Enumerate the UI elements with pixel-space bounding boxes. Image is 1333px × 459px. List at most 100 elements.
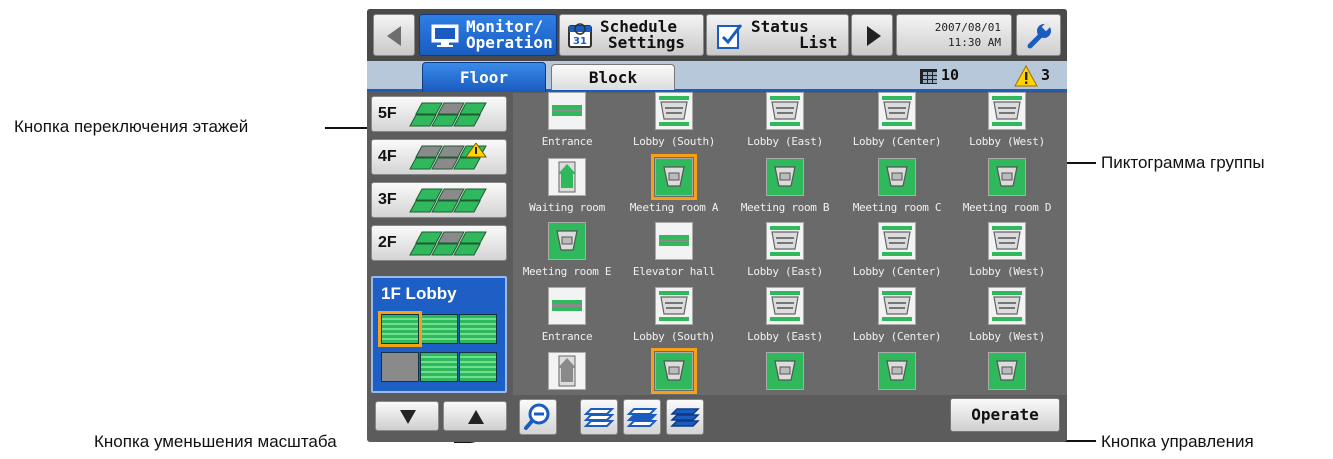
floor-plan-icon (409, 102, 487, 127)
group-icon-button[interactable] (766, 352, 804, 390)
ceiling-unit-icon (767, 93, 803, 129)
layer-view-3-button[interactable] (666, 399, 704, 435)
tab-block[interactable]: Block (551, 64, 675, 90)
block-cell[interactable] (420, 352, 458, 382)
group-icon-button[interactable] (988, 287, 1026, 325)
group-icon-button[interactable] (766, 92, 804, 130)
zoom-out-icon (524, 403, 550, 430)
nav-next-button[interactable] (851, 14, 893, 56)
group-icon-button[interactable] (651, 348, 697, 394)
floor-button[interactable]: 2F (371, 225, 507, 261)
callout-zoom-out: Кнопка уменьшения масштаба (94, 432, 337, 451)
group-icon-button[interactable] (766, 222, 804, 260)
group-icon-button[interactable] (878, 222, 916, 260)
wall-unit-icon (549, 93, 585, 129)
ceiling-unit-icon (989, 93, 1025, 129)
callout-floor-switch: Кнопка переключения этажей (14, 117, 249, 136)
group-icon-button[interactable] (651, 154, 697, 200)
cassette-unit-icon (989, 159, 1025, 195)
cassette-unit-icon (767, 353, 803, 389)
group-icon-button[interactable] (655, 92, 693, 130)
tab-monitor-line2: Operation (466, 33, 553, 52)
block-cell[interactable] (459, 352, 497, 382)
floor-button[interactable]: 4F (371, 139, 507, 175)
group-name-label: Lobby (East) (747, 265, 823, 278)
group-icon-button[interactable] (878, 92, 916, 130)
cassette-unit-icon (879, 353, 915, 389)
floor-plan-icon (409, 188, 487, 213)
group-name-label: Lobby (West) (969, 135, 1045, 148)
group-icon-button[interactable] (988, 222, 1026, 260)
group-icon-button[interactable] (655, 222, 693, 260)
group-name-label: Lobby (East) (747, 330, 823, 343)
group-icon-button[interactable] (655, 287, 693, 325)
group-icon-button[interactable] (548, 222, 586, 260)
group-name-label: Lobby (South) (632, 135, 716, 148)
ceiling-unit-icon (879, 93, 915, 129)
block-cell[interactable] (459, 314, 497, 344)
chevron-right-icon (867, 26, 881, 46)
floor-button[interactable]: 3F (371, 182, 507, 218)
current-floor-layout[interactable]: 1F Lobby (371, 276, 507, 393)
group-icon-button[interactable] (548, 158, 586, 196)
callout-line-floor-switch (325, 127, 371, 129)
cassette-unit-icon (767, 159, 803, 195)
floor-button[interactable]: 5F (371, 96, 507, 132)
current-floor-label: 1F Lobby (381, 284, 457, 303)
wall-unit-icon (656, 223, 692, 259)
group-name-label: Lobby (Center) (852, 135, 942, 148)
group-icon-button[interactable] (548, 92, 586, 130)
group-name-label: Entrance (541, 330, 593, 343)
group-name-label: Meeting room D (962, 201, 1052, 214)
zoom-out-button[interactable] (519, 399, 557, 435)
ceiling-unit-icon (656, 93, 692, 129)
scroll-up-button[interactable] (443, 401, 507, 431)
tab-schedule-line2: Settings (608, 33, 686, 52)
ceiling-unit-icon (767, 223, 803, 259)
ceiling-unit-icon (989, 288, 1025, 324)
group-name-label: Meeting room A (629, 201, 719, 214)
group-icon-button[interactable] (988, 352, 1026, 390)
callout-operate: Кнопка управления (1101, 432, 1254, 451)
group-icon-button[interactable] (548, 352, 586, 390)
group-icon-button[interactable] (878, 287, 916, 325)
datetime-display: 2007/08/01 11:30 AM (896, 14, 1012, 56)
tab-floor[interactable]: Floor (422, 62, 546, 92)
floor-plan-icon (409, 143, 487, 170)
ceiling-unit-icon (767, 288, 803, 324)
block-cell[interactable] (381, 352, 419, 382)
floor-label: 5F (378, 105, 397, 122)
group-name-label: Lobby (West) (969, 265, 1045, 278)
tab-schedule-settings[interactable]: 31 Schedule Settings (559, 14, 704, 56)
group-icon-button[interactable] (766, 158, 804, 196)
group-icon-button[interactable] (988, 92, 1026, 130)
ceiling-unit-icon (656, 288, 692, 324)
group-icon-button[interactable] (548, 287, 586, 325)
unit-count-icon (920, 69, 937, 84)
triangle-up-icon (468, 410, 484, 424)
tab-monitor-operation[interactable]: Monitor/ Operation (419, 14, 557, 56)
group-icon-button[interactable] (766, 287, 804, 325)
layer-view-2-button[interactable] (623, 399, 661, 435)
group-name-label: Elevator hall (632, 265, 716, 278)
group-name-label: Lobby (South) (632, 330, 716, 343)
group-name-label: Meeting room C (852, 201, 942, 214)
maintenance-button[interactable] (1016, 14, 1061, 56)
checklist-icon (717, 24, 743, 49)
operate-button[interactable]: Operate (950, 398, 1060, 432)
group-icon-button[interactable] (878, 352, 916, 390)
group-icon-button[interactable] (988, 158, 1026, 196)
layer-view-1-button[interactable] (580, 399, 618, 435)
group-name-label: Lobby (West) (969, 330, 1045, 343)
date-text: 2007/08/01 (934, 21, 1001, 34)
controller-screen: Monitor/ Operation 31 Schedule Settings … (367, 9, 1067, 442)
calendar-icon: 31 (568, 23, 592, 48)
scroll-down-button[interactable] (375, 401, 439, 431)
group-name-label: Waiting room (529, 201, 605, 214)
group-icon-button[interactable] (878, 158, 916, 196)
nav-prev-button[interactable] (373, 14, 415, 56)
block-cell[interactable] (420, 314, 458, 344)
tab-status-list[interactable]: Status List (706, 14, 849, 56)
warning-count: 3 (1041, 66, 1051, 84)
callout-group-icon: Пиктограмма группы (1101, 153, 1265, 172)
